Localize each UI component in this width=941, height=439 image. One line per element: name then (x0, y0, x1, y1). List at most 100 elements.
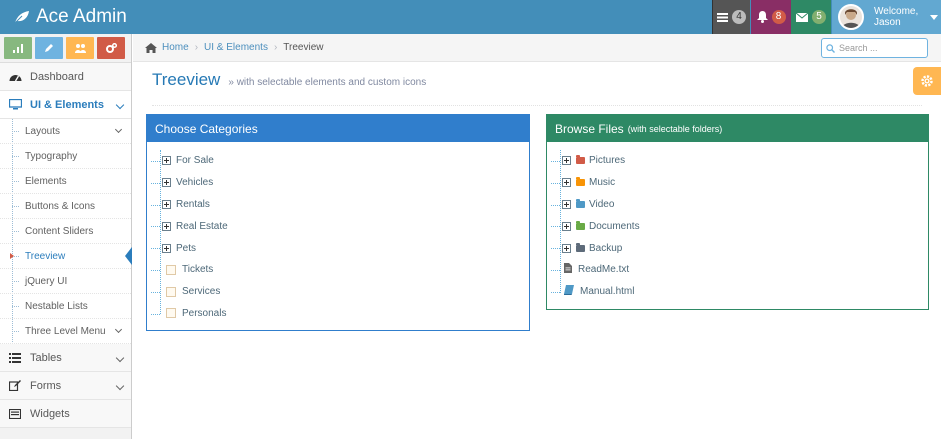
search-placeholder: Search ... (839, 43, 878, 53)
expand-plus-icon[interactable] (162, 156, 171, 166)
tree-folder-real-estate[interactable]: Real Estate (151, 215, 519, 237)
submenu-item-three-level-menu[interactable]: Three Level Menu (0, 319, 131, 344)
leaf-icon (14, 11, 29, 24)
expand-plus-icon[interactable] (562, 199, 571, 209)
desktop-icon (8, 99, 22, 110)
submenu-item-elements[interactable]: Elements (0, 169, 131, 194)
tree-folder-pets[interactable]: Pets (151, 237, 519, 259)
sidebar-item-ui-elements[interactable]: UI & Elements (0, 91, 131, 119)
user-menu[interactable]: Welcome, Jason (832, 0, 941, 34)
tree-file-manual[interactable]: Manual.html (551, 281, 918, 303)
submenu-item-label: Buttons & Icons (25, 200, 96, 212)
brand[interactable]: Ace Admin (14, 0, 127, 34)
tree-checkbox[interactable] (166, 264, 176, 275)
files-tree: Pictures Music Video Documents Backup Re… (551, 150, 918, 303)
bell-icon (756, 11, 768, 23)
submenu-item-label: Nestable Lists (25, 300, 88, 312)
tree-folder-rentals[interactable]: Rentals (151, 194, 519, 216)
chevron-down-icon (114, 125, 123, 134)
notifications-badge: 8 (771, 10, 786, 24)
pencil-icon (45, 44, 53, 52)
categories-widget-body: For Sale Vehicles Rentals Real Estate Pe… (147, 142, 529, 331)
submenu-item-typography[interactable]: Typography (0, 144, 131, 169)
list-alt-icon (8, 408, 22, 419)
submenu-item-treeview[interactable]: Treeview (0, 244, 132, 269)
brand-name: Ace Admin (36, 6, 127, 27)
breadcrumb-ui-elements[interactable]: UI & Elements (204, 42, 268, 53)
breadcrumb-home[interactable]: Home (162, 42, 189, 53)
user-info: Welcome, Jason (874, 6, 918, 28)
tree-folder-video[interactable]: Video (551, 194, 918, 216)
shortcut-users-button[interactable] (66, 37, 94, 59)
submenu-item-nestable-lists[interactable]: Nestable Lists (0, 294, 131, 319)
tree-item-label: Tickets (182, 264, 214, 276)
tree-item-label: Rentals (176, 198, 210, 210)
tree-item-services[interactable]: Services (151, 281, 519, 303)
tree-folder-pictures[interactable]: Pictures (551, 150, 918, 172)
submenu-item-label: Elements (25, 175, 67, 187)
folder-icon (576, 242, 585, 252)
sidebar-item-forms[interactable]: Forms (0, 372, 131, 400)
tree-checkbox[interactable] (166, 308, 176, 319)
shortcut-chart-button[interactable] (4, 37, 32, 59)
tree-item-label: Manual.html (580, 286, 635, 298)
expand-plus-icon[interactable] (162, 243, 171, 253)
tree-folder-for-sale[interactable]: For Sale (151, 150, 519, 172)
sidebar-item-dashboard[interactable]: Dashboard (0, 63, 131, 91)
categories-widget-header: Choose Categories (147, 115, 529, 142)
submenu-item-label: Three Level Menu (25, 325, 106, 337)
tree-folder-vehicles[interactable]: Vehicles (151, 172, 519, 194)
tasks-button[interactable]: 4 (712, 0, 750, 34)
breadcrumb-separator: › (194, 42, 199, 53)
sidebar-item-widgets[interactable]: Widgets (0, 400, 131, 428)
expand-plus-icon[interactable] (562, 243, 571, 253)
submenu-item-label: Layouts (25, 125, 61, 137)
submenu-item-layouts[interactable]: Layouts (0, 119, 131, 144)
tree-folder-documents[interactable]: Documents (551, 215, 918, 237)
sidebar-item-tables[interactable]: Tables (0, 344, 131, 372)
submenu-item-label: Content Sliders (25, 225, 94, 237)
chevron-down-icon (115, 381, 125, 391)
breadcrumb-separator: › (273, 42, 278, 53)
expand-plus-icon[interactable] (162, 178, 171, 188)
submenu-item-content-sliders[interactable]: Content Sliders (0, 219, 131, 244)
breadcrumb: Home › UI & Elements › Treeview Search .… (133, 34, 941, 62)
submenu-item-jquery-ui[interactable]: jQuery UI (0, 269, 131, 294)
welcome-text: Welcome, (874, 6, 919, 17)
page-subtitle: » with selectable elements and custom ic… (228, 77, 427, 88)
tachometer-icon (8, 72, 22, 82)
chevron-down-icon (114, 325, 123, 334)
notifications-button[interactable]: 8 (751, 0, 791, 34)
users-icon (74, 44, 86, 53)
expand-plus-icon[interactable] (162, 199, 171, 209)
chevron-down-icon (115, 353, 125, 363)
cogs-icon (105, 43, 117, 53)
tree-folder-music[interactable]: Music (551, 172, 918, 194)
messages-button[interactable]: 5 (791, 0, 831, 34)
submenu-item-buttons-icons[interactable]: Buttons & Icons (0, 194, 131, 219)
sidebar-item-label: UI & Elements (30, 98, 104, 111)
sidebar-item-label: Widgets (30, 407, 70, 420)
folder-icon (576, 220, 585, 230)
tree-item-tickets[interactable]: Tickets (151, 259, 519, 281)
tree-item-label: Services (182, 286, 221, 298)
shortcut-pencil-button[interactable] (35, 37, 63, 59)
expand-plus-icon[interactable] (562, 156, 571, 166)
tree-file-readme[interactable]: ReadMe.txt (551, 259, 918, 281)
gear-icon (921, 75, 933, 87)
active-pointer (125, 247, 132, 265)
files-widget: Browse Files (with selectable folders) P… (546, 114, 929, 310)
expand-plus-icon[interactable] (562, 221, 571, 231)
expand-plus-icon[interactable] (562, 178, 571, 188)
username: Jason (874, 17, 901, 28)
search-input[interactable]: Search ... (821, 38, 928, 58)
submenu-item-label: jQuery UI (25, 275, 68, 287)
tasks-icon (717, 12, 728, 22)
settings-button[interactable] (913, 67, 941, 95)
tree-item-personals[interactable]: Personals (151, 303, 519, 325)
tree-checkbox[interactable] (166, 286, 176, 297)
shortcut-cogs-button[interactable] (97, 37, 125, 59)
tree-item-label: For Sale (176, 155, 214, 167)
tree-folder-backup[interactable]: Backup (551, 237, 918, 259)
expand-plus-icon[interactable] (162, 221, 171, 231)
